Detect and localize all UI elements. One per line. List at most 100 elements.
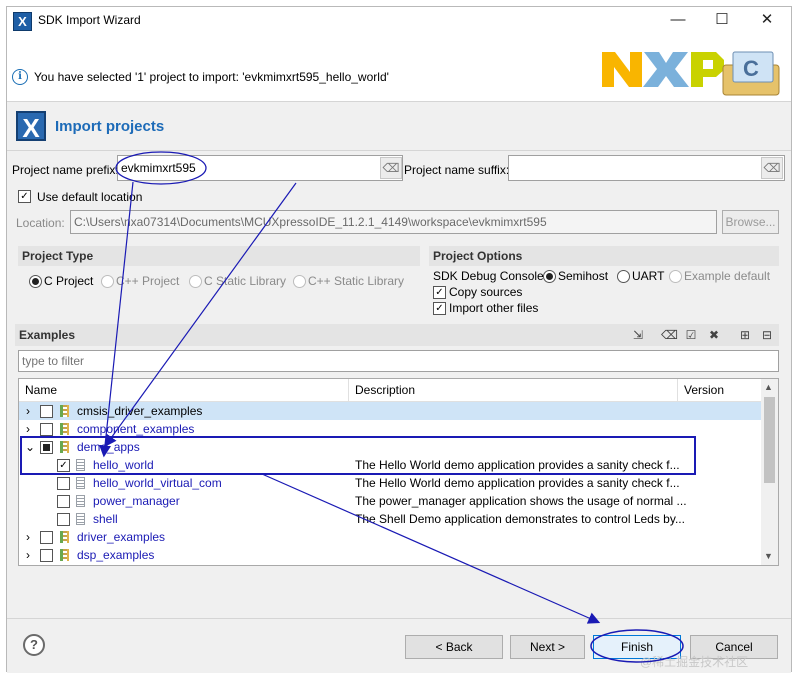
example-default-label: Example default [684, 269, 771, 283]
expand-chevron-icon[interactable]: › [26, 420, 30, 438]
collapse-all-icon[interactable]: ⊟ [759, 327, 775, 343]
example-file-icon [76, 513, 85, 525]
tree-row-hello-world[interactable]: ✓ hello_world The Hello World demo appli… [19, 456, 761, 474]
info-icon: i [12, 69, 28, 85]
c-project-radio[interactable] [29, 275, 42, 288]
minimize-button[interactable]: — [663, 9, 693, 31]
row-name: driver_examples [77, 530, 166, 544]
column-description[interactable]: Description [355, 383, 415, 397]
debug-console-label: SDK Debug Console [433, 269, 544, 283]
example-file-icon [76, 459, 85, 471]
project-type-heading: Project Type [18, 246, 420, 266]
window-title: SDK Import Wizard [38, 13, 141, 27]
cpp-project-radio[interactable] [101, 275, 114, 288]
c-project-label: C Project [44, 274, 94, 288]
help-icon[interactable]: ? [23, 634, 45, 656]
row-checkbox-partial[interactable] [40, 441, 53, 454]
tree-row-cmsis-driver-examples[interactable]: › cmsis_driver_examples [19, 402, 761, 420]
location-input[interactable]: C:\Users\nxa07314\Documents\MCUXpressoID… [70, 210, 717, 234]
prefix-input[interactable]: evkmimxrt595 [117, 155, 403, 181]
import-other-files-checkbox[interactable]: ✓ [433, 302, 446, 315]
row-checkbox[interactable] [40, 405, 53, 418]
row-description: The power_manager application shows the … [355, 494, 687, 508]
example-file-icon [76, 477, 85, 489]
cpp-static-library-label: C++ Static Library [308, 274, 405, 288]
tree-row-shell[interactable]: shell The Shell Demo application demonst… [19, 510, 761, 528]
cpp-static-library-radio[interactable] [293, 275, 306, 288]
row-checkbox[interactable] [57, 477, 70, 490]
location-label: Location: [16, 216, 65, 230]
collapse-chevron-icon[interactable]: ⌄ [25, 438, 35, 456]
next-button[interactable]: Next > [510, 635, 585, 659]
browse-button[interactable]: Browse... [722, 210, 779, 234]
c-static-library-label: C Static Library [204, 274, 287, 288]
package-icon [60, 549, 69, 561]
expand-chevron-icon[interactable]: › [26, 546, 30, 564]
examples-filter-input[interactable] [18, 350, 779, 372]
scroll-up-icon[interactable]: ▲ [764, 382, 773, 392]
copy-sources-checkbox[interactable]: ✓ [433, 286, 446, 299]
package-icon [60, 423, 69, 435]
row-checkbox[interactable] [40, 531, 53, 544]
semihost-radio[interactable] [543, 270, 556, 283]
clear-prefix-icon[interactable]: ⌫ [380, 157, 402, 179]
scroll-thumb[interactable] [764, 397, 775, 483]
expand-chevron-icon[interactable]: › [26, 402, 30, 420]
scroll-down-icon[interactable]: ▼ [764, 551, 773, 561]
expand-chevron-icon[interactable]: › [26, 528, 30, 546]
tree-row-driver-examples[interactable]: › driver_examples [19, 528, 761, 546]
project-options-heading: Project Options [429, 246, 779, 266]
maximize-button[interactable]: ☐ [707, 9, 737, 31]
row-name: cmsis_driver_examples [77, 404, 203, 418]
tree-header: Name Description Version [19, 379, 761, 402]
tree-row-component-examples[interactable]: › component_examples [19, 420, 761, 438]
import-from-xml-icon[interactable]: ⇲ [630, 327, 646, 343]
deselect-all-icon[interactable]: ✖ [706, 327, 722, 343]
examples-tree: Name Description Version › cmsis_driver_… [18, 378, 779, 566]
import-other-files-label: Import other files [449, 301, 539, 315]
row-checkbox[interactable] [57, 513, 70, 526]
tree-scrollbar[interactable]: ▲ ▼ [761, 379, 778, 565]
column-version[interactable]: Version [684, 383, 724, 397]
row-description: The Shell Demo application demonstrates … [355, 512, 685, 526]
watermark-text: @稀土掘金技术社区 [640, 655, 749, 669]
tree-row-hello-world-virtual-com[interactable]: hello_world_virtual_com The Hello World … [19, 474, 761, 492]
clear-suffix-icon[interactable]: ⌫ [761, 157, 783, 179]
clear-filter-icon[interactable]: ⌫ [661, 327, 678, 343]
row-checkbox[interactable] [57, 495, 70, 508]
use-default-location-label: Use default location [37, 190, 143, 204]
uart-label: UART [632, 269, 665, 283]
close-button[interactable]: ✕ [752, 9, 782, 31]
column-divider [348, 379, 349, 401]
tree-row-power-manager[interactable]: power_manager The power_manager applicat… [19, 492, 761, 510]
c-static-library-radio[interactable] [189, 275, 202, 288]
use-default-location-checkbox[interactable]: ✓ [18, 190, 31, 203]
row-checkbox-checked[interactable]: ✓ [57, 459, 70, 472]
suffix-input[interactable] [508, 155, 785, 181]
column-divider [677, 379, 678, 401]
example-default-radio[interactable] [669, 270, 682, 283]
uart-radio[interactable] [617, 270, 630, 283]
tree-row-dsp-examples[interactable]: › dsp_examples [19, 546, 761, 564]
back-button[interactable]: < Back [405, 635, 503, 659]
row-checkbox[interactable] [40, 549, 53, 562]
row-description: The Hello World demo application provide… [355, 476, 680, 490]
row-name: demo_apps [77, 440, 140, 454]
row-name: hello_world [93, 458, 154, 472]
row-description: The Hello World demo application provide… [355, 458, 680, 472]
package-icon [60, 405, 69, 417]
info-message: You have selected '1' project to import:… [34, 70, 389, 84]
app-icon: X [13, 12, 32, 31]
row-checkbox[interactable] [40, 423, 53, 436]
tree-row-demo-apps[interactable]: ⌄ demo_apps [19, 438, 761, 456]
column-name[interactable]: Name [25, 383, 57, 397]
semihost-label: Semihost [558, 269, 609, 283]
copy-sources-label: Copy sources [449, 285, 523, 299]
page-title: Import projects [55, 118, 165, 135]
select-all-icon[interactable]: ☑ [683, 327, 699, 343]
row-name: power_manager [93, 494, 180, 508]
example-file-icon [76, 495, 85, 507]
cpp-project-label: C++ Project [116, 274, 180, 288]
expand-all-icon[interactable]: ⊞ [737, 327, 753, 343]
row-name: dsp_examples [77, 548, 155, 562]
